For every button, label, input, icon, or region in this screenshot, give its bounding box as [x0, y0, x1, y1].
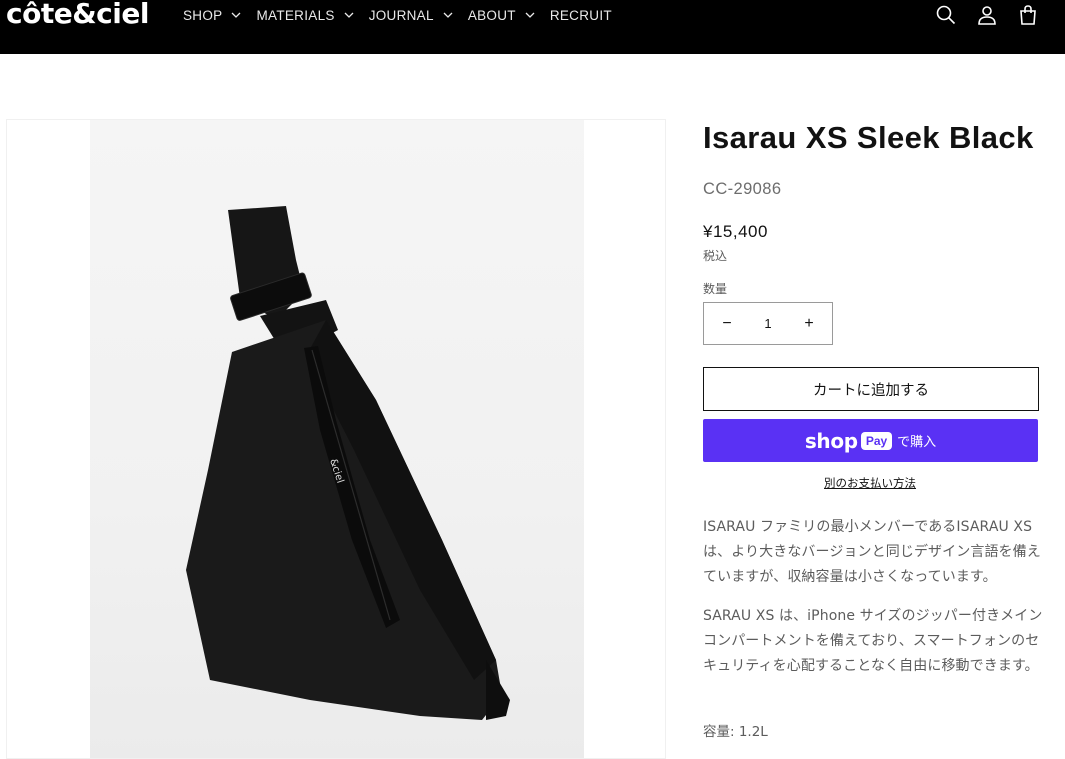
main-nav: SHOP MATERIALS JOURNAL ABOUT RECRUIT — [183, 0, 627, 30]
product-media: &ciel — [6, 119, 666, 759]
nav-item-label: MATERIALS — [256, 7, 335, 23]
product-price: ¥15,400 — [703, 222, 768, 241]
shop-pay-button[interactable]: shop Pay で購入 — [703, 419, 1038, 462]
chevron-down-icon — [232, 12, 241, 18]
product-capacity: 容量: 1.2L — [703, 724, 768, 740]
search-icon[interactable] — [935, 4, 957, 26]
nav-item-label: JOURNAL — [368, 7, 434, 23]
tax-note: 税込 — [703, 249, 728, 263]
nav-item-journal[interactable]: JOURNAL — [369, 8, 453, 23]
pay-badge: Pay — [860, 431, 893, 450]
bag-illustration: &ciel — [186, 206, 510, 720]
product-title: Isarau XS Sleek Black — [703, 120, 1034, 155]
nav-item-label: RECRUIT — [549, 7, 612, 23]
quantity-increase-button[interactable]: + — [800, 315, 818, 333]
add-to-cart-button[interactable]: カートに追加する — [703, 367, 1039, 411]
chevron-down-icon — [525, 12, 535, 18]
account-icon[interactable] — [976, 4, 998, 26]
site-logo[interactable]: côte&ciel — [6, 0, 149, 31]
chevron-down-icon — [443, 12, 453, 18]
nav-item-about[interactable]: ABOUT — [468, 8, 535, 23]
product-description: ISARAU ファミリの最小メンバーであるISARAU XSは、より大きなバージ… — [703, 515, 1043, 693]
cart-icon[interactable] — [1017, 4, 1039, 26]
other-payment-link[interactable]: 別のお支払い方法 — [824, 475, 916, 491]
nav-item-materials[interactable]: MATERIALS — [256, 7, 354, 23]
nav-item-recruit[interactable]: RECRUIT — [550, 8, 612, 23]
product-photo[interactable]: &ciel — [90, 120, 584, 758]
site-header: côte&ciel SHOP MATERIALS JOURNAL ABOUT R… — [0, 0, 1065, 54]
quantity-decrease-button[interactable]: − — [718, 315, 736, 333]
product-sku: CC-29086 — [703, 180, 782, 198]
quantity-stepper: − 1 + — [703, 302, 833, 345]
nav-item-shop[interactable]: SHOP — [183, 8, 241, 23]
quantity-label: 数量 — [703, 282, 728, 296]
shop-pay-buy-label: で購入 — [897, 435, 937, 450]
description-paragraph: ISARAU ファミリの最小メンバーであるISARAU XSは、より大きなバージ… — [703, 519, 1041, 585]
nav-item-label: ABOUT — [467, 7, 516, 23]
shop-pay-logo: shop — [804, 428, 858, 453]
chevron-down-icon — [344, 12, 354, 18]
nav-item-label: SHOP — [183, 7, 223, 23]
description-paragraph: SARAU XS は、iPhone サイズのジッパー付きメインコンパートメントを… — [703, 608, 1043, 674]
header-icons — [916, 4, 1039, 26]
quantity-input[interactable]: 1 — [753, 316, 783, 331]
